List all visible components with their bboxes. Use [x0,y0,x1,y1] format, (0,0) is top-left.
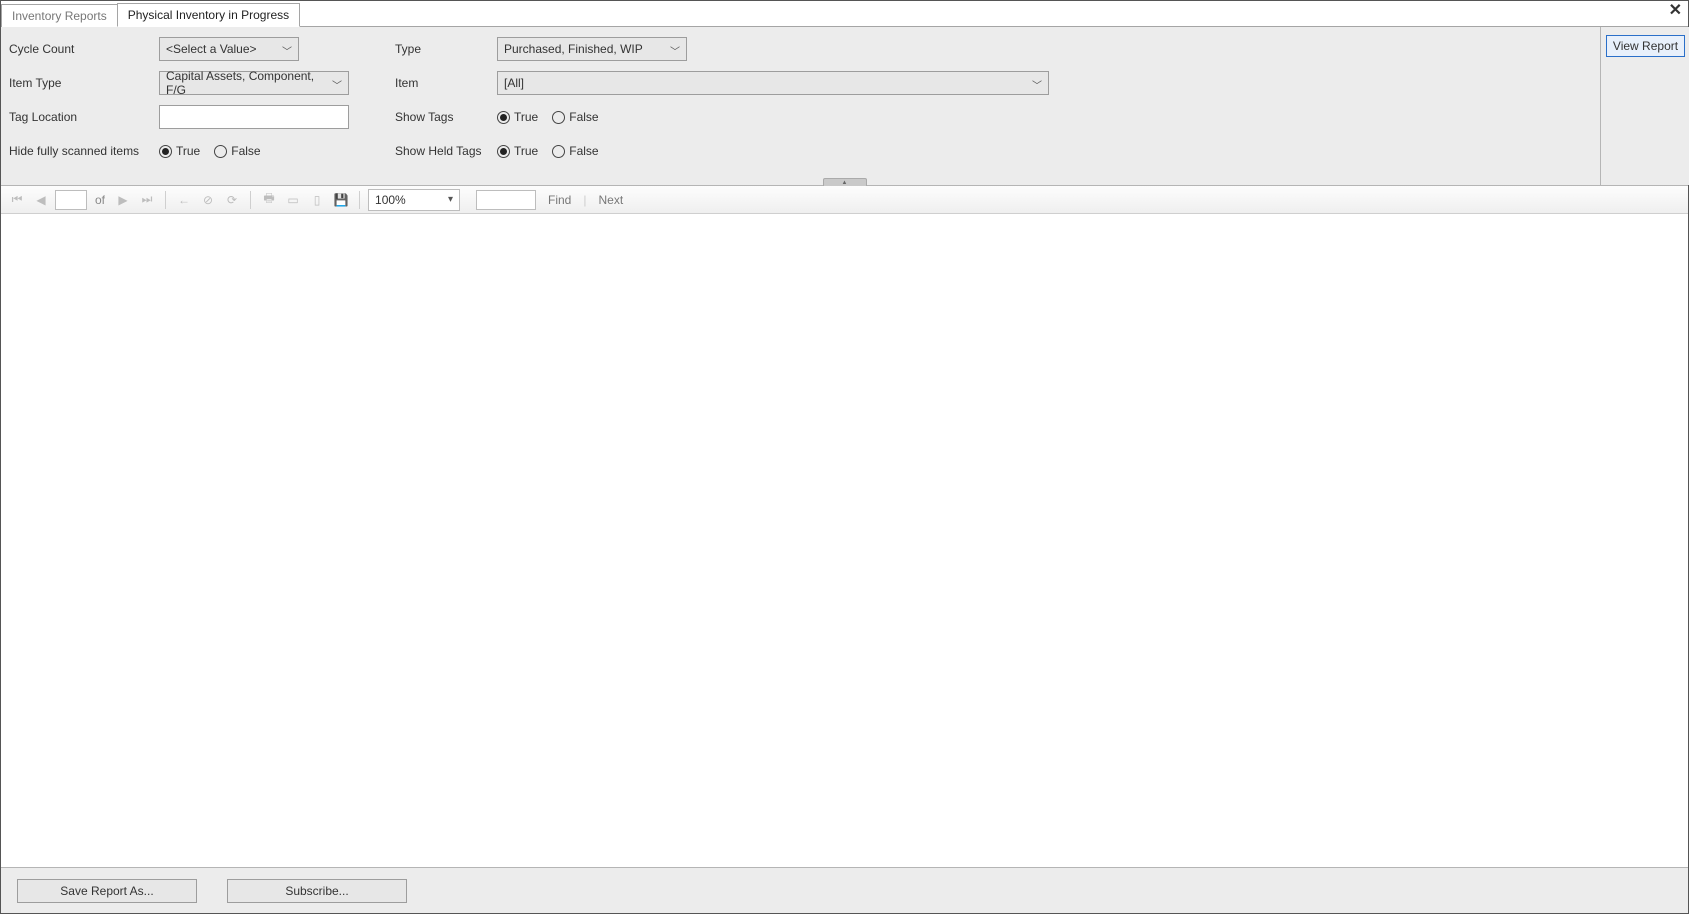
select-type-value: Purchased, Finished, WIP [504,42,643,56]
zoom-select[interactable]: 100% ▾ [368,189,460,211]
stop-icon[interactable]: ⊘ [198,190,218,210]
label-tag-location: Tag Location [9,105,159,129]
radio-show-tags-false[interactable]: False [552,110,598,124]
label-show-held-tags: Show Held Tags [395,139,497,163]
back-icon[interactable]: ← [174,190,194,210]
toolbar-separator [250,191,251,209]
radio-dot-icon [214,145,227,158]
select-type[interactable]: Purchased, Finished, WIP ﹀ [497,37,687,61]
filter-controls-left: <Select a Value> ﹀ Capital Assets, Compo… [159,37,359,163]
select-cycle-count-value: <Select a Value> [166,42,257,56]
close-icon[interactable]: ✕ [1669,3,1682,19]
prev-page-icon[interactable]: ◀ [31,190,51,210]
save-report-as-button[interactable]: Save Report As... [17,879,197,903]
report-body [1,214,1688,867]
tab-physical-inventory[interactable]: Physical Inventory in Progress [117,3,300,27]
radio-dot-icon [159,145,172,158]
report-toolbar: ⏮ ◀ of ▶ ⏭ ← ⊘ ⟳ 🖶 ▭ ▯ 💾 100% ▾ Find | N… [1,186,1688,214]
next-page-icon[interactable]: ▶ [113,190,133,210]
first-page-icon[interactable]: ⏮ [7,190,27,210]
page-number-input[interactable] [55,190,87,210]
view-report-button[interactable]: View Report [1606,35,1685,57]
toolbar-separator [165,191,166,209]
radio-hide-scanned-false[interactable]: False [214,144,260,158]
zoom-value: 100% [375,193,406,207]
filter-panel: Cycle Count Item Type Tag Location Hide … [1,27,1688,186]
select-cycle-count[interactable]: <Select a Value> ﹀ [159,37,299,61]
link-separator: | [583,193,586,207]
radio-hide-scanned: True False [159,139,359,163]
page-of-label: of [95,193,105,207]
label-type: Type [395,37,497,61]
radio-dot-icon [552,145,565,158]
radio-true-label: True [514,110,538,124]
radio-true-label: True [514,144,538,158]
radio-show-tags: True False [497,105,1057,129]
radio-show-tags-true[interactable]: True [497,110,538,124]
chevron-down-icon: ﹀ [332,77,342,92]
select-item-type[interactable]: Capital Assets, Component, F/G ﹀ [159,71,349,95]
search-input[interactable] [476,190,536,210]
toolbar-separator [359,191,360,209]
select-item-value: [All] [504,76,524,90]
radio-false-label: False [569,144,598,158]
filter-labels-left: Cycle Count Item Type Tag Location Hide … [9,37,159,163]
footer: Save Report As... Subscribe... [1,867,1688,913]
select-item-type-value: Capital Assets, Component, F/G [166,69,326,97]
radio-hide-scanned-true[interactable]: True [159,144,200,158]
radio-true-label: True [176,144,200,158]
input-tag-location[interactable] [159,105,349,129]
label-cycle-count: Cycle Count [9,37,159,61]
radio-show-held-tags-false[interactable]: False [552,144,598,158]
radio-false-label: False [231,144,260,158]
next-link[interactable]: Next [598,193,623,207]
chevron-down-icon: ﹀ [282,43,292,58]
tab-inventory-reports[interactable]: Inventory Reports [1,4,118,27]
refresh-icon[interactable]: ⟳ [222,190,242,210]
view-report-section: View Report [1600,27,1689,185]
export-icon[interactable]: 💾 [331,190,351,210]
window: Inventory Reports Physical Inventory in … [0,0,1689,914]
print-icon[interactable]: 🖶 [259,190,279,210]
radio-dot-icon [497,111,510,124]
label-show-tags: Show Tags [395,105,497,129]
radio-show-held-tags-true[interactable]: True [497,144,538,158]
splitter-handle[interactable] [823,178,867,186]
radio-dot-icon [497,145,510,158]
last-page-icon[interactable]: ⏭ [137,190,157,210]
page-setup-icon[interactable]: ▯ [307,190,327,210]
chevron-down-icon: ﹀ [1032,77,1042,92]
subscribe-button[interactable]: Subscribe... [227,879,407,903]
tabstrip: Inventory Reports Physical Inventory in … [1,1,1688,27]
chevron-down-icon: ▾ [448,194,453,205]
radio-false-label: False [569,110,598,124]
label-item-type: Item Type [9,71,159,95]
radio-dot-icon [552,111,565,124]
find-link[interactable]: Find [548,193,571,207]
label-item: Item [395,71,497,95]
chevron-down-icon: ﹀ [670,43,680,58]
label-hide-scanned: Hide fully scanned items [9,139,159,163]
filter-labels-right: Type Item Show Tags Show Held Tags [395,37,497,163]
filter-controls-right: Purchased, Finished, WIP ﹀ [All] ﹀ True … [497,37,1057,163]
print-layout-icon[interactable]: ▭ [283,190,303,210]
radio-show-held-tags: True False [497,139,1057,163]
select-item[interactable]: [All] ﹀ [497,71,1049,95]
